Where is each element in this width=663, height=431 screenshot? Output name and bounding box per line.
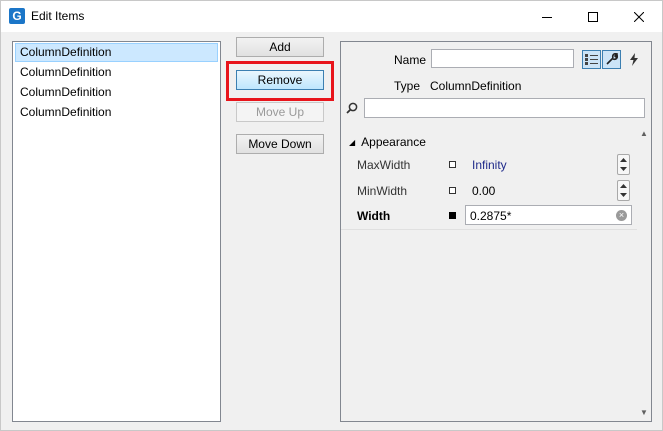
scroll-down-icon[interactable]: ▼ bbox=[640, 408, 648, 417]
wrench-icon bbox=[606, 53, 618, 65]
clear-icon[interactable]: × bbox=[616, 210, 627, 221]
property-row-maxwidth: MaxWidth Infinity bbox=[341, 153, 637, 178]
maximize-icon bbox=[588, 11, 598, 22]
minimize-icon bbox=[542, 16, 552, 18]
properties-button[interactable] bbox=[602, 50, 621, 69]
add-button[interactable]: Add bbox=[236, 37, 324, 57]
collapse-triangle-icon[interactable]: ◢ bbox=[349, 138, 355, 147]
maximize-button[interactable] bbox=[570, 1, 616, 32]
vertical-scrollbar[interactable]: ▲ ▼ bbox=[637, 127, 651, 419]
name-label: Name bbox=[394, 53, 427, 67]
property-name: MaxWidth bbox=[357, 158, 411, 172]
minwidth-spinner[interactable] bbox=[617, 180, 630, 201]
property-grid: Name Type ColumnDefinition ◢ Appearance … bbox=[340, 41, 652, 422]
category-appearance[interactable]: ◢ Appearance bbox=[349, 135, 426, 149]
categorized-view-button[interactable] bbox=[582, 50, 601, 69]
property-marker[interactable] bbox=[449, 187, 456, 194]
property-name: Width bbox=[357, 209, 391, 223]
remove-button[interactable]: Remove bbox=[236, 70, 324, 90]
list-icon bbox=[585, 54, 598, 65]
spin-down-icon bbox=[620, 193, 627, 198]
property-name: MinWidth bbox=[357, 184, 408, 198]
category-label: Appearance bbox=[361, 135, 426, 149]
property-marker[interactable] bbox=[449, 161, 456, 168]
type-value: ColumnDefinition bbox=[430, 79, 522, 93]
list-item[interactable]: ColumnDefinition bbox=[15, 43, 218, 62]
events-button[interactable] bbox=[624, 50, 643, 69]
spin-up-icon bbox=[620, 183, 627, 188]
maxwidth-spinner[interactable] bbox=[617, 154, 630, 175]
scroll-up-icon[interactable]: ▲ bbox=[640, 129, 648, 138]
edit-items-window: G Edit Items ColumnDefinition ColumnDefi… bbox=[0, 0, 663, 431]
move-up-button[interactable]: Move Up bbox=[236, 102, 324, 122]
property-value: 0.2875* bbox=[470, 209, 512, 223]
list-item[interactable]: ColumnDefinition bbox=[15, 103, 218, 122]
app-icon: G bbox=[9, 8, 25, 24]
lightning-icon bbox=[629, 53, 638, 66]
minimize-button[interactable] bbox=[524, 1, 570, 32]
property-search-input[interactable] bbox=[364, 98, 645, 118]
close-button[interactable] bbox=[616, 1, 662, 32]
close-icon bbox=[634, 11, 644, 22]
spin-down-icon bbox=[620, 167, 627, 172]
window-title: Edit Items bbox=[31, 9, 85, 23]
property-marker[interactable] bbox=[449, 212, 456, 219]
property-value[interactable]: 0.00 bbox=[472, 184, 495, 198]
items-list[interactable]: ColumnDefinition ColumnDefinition Column… bbox=[12, 41, 221, 422]
name-input[interactable] bbox=[431, 49, 574, 68]
spin-up-icon bbox=[620, 157, 627, 162]
list-item[interactable]: ColumnDefinition bbox=[15, 63, 218, 82]
property-value[interactable]: Infinity bbox=[472, 158, 507, 172]
search-icon bbox=[346, 102, 358, 114]
list-item[interactable]: ColumnDefinition bbox=[15, 83, 218, 102]
property-row-minwidth: MinWidth 0.00 bbox=[341, 179, 637, 204]
divider bbox=[341, 229, 637, 230]
move-down-button[interactable]: Move Down bbox=[236, 134, 324, 154]
width-input[interactable]: 0.2875* × bbox=[465, 205, 632, 225]
title-bar: G Edit Items bbox=[1, 1, 662, 32]
property-row-width: Width 0.2875* × bbox=[341, 204, 637, 229]
type-label: Type bbox=[394, 79, 421, 93]
